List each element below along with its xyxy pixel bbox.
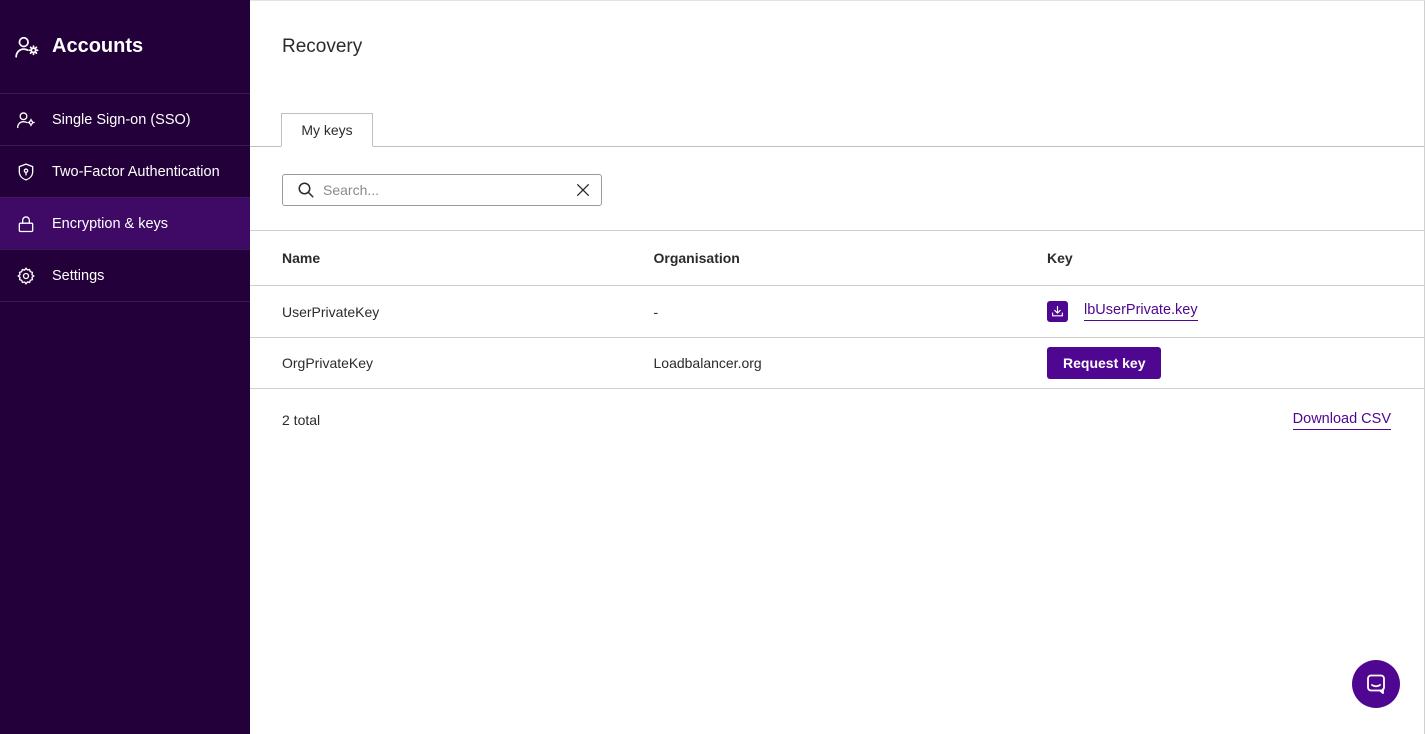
download-csv-link[interactable]: Download CSV xyxy=(1292,411,1391,430)
user-cog-icon xyxy=(15,36,39,58)
column-header-organisation[interactable]: Organisation xyxy=(654,250,1048,266)
key-file-link[interactable]: lbUserPrivate.key xyxy=(1084,302,1198,321)
sidebar-item-settings[interactable]: Settings xyxy=(0,250,250,302)
sidebar-title: Accounts xyxy=(52,35,144,57)
cell-organisation: - xyxy=(653,303,659,320)
user-cog-icon xyxy=(17,111,35,128)
sidebar: Accounts Single Sign-on (SSO) Two-Factor… xyxy=(0,0,250,734)
page-title: Recovery xyxy=(282,36,363,57)
app-root: Accounts Single Sign-on (SSO) Two-Factor… xyxy=(0,0,1425,734)
table-row: OrgPrivateKey Loadbalancer.org Request k… xyxy=(250,337,1424,389)
column-header-name[interactable]: Name xyxy=(250,250,654,266)
lock-icon xyxy=(18,215,34,232)
cell-name: OrgPrivateKey xyxy=(282,355,374,371)
column-header-key[interactable]: Key xyxy=(1047,250,1424,266)
sidebar-item-label: Encryption & keys xyxy=(52,215,169,232)
download-icon[interactable] xyxy=(1047,301,1068,322)
tab-bar: My keys xyxy=(250,113,1424,147)
sidebar-item-encryption-keys[interactable]: Encryption & keys xyxy=(0,198,250,250)
chat-icon xyxy=(1367,674,1385,694)
sidebar-item-label: Two-Factor Authentication xyxy=(52,163,220,180)
sidebar-header: Accounts xyxy=(0,0,250,94)
table-row: UserPrivateKey - lbUserPrivate.key xyxy=(250,285,1424,337)
cell-key: Request key xyxy=(1047,347,1424,379)
sidebar-item-label: Single Sign-on (SSO) xyxy=(52,111,191,128)
table-header-row: Name Organisation Key xyxy=(250,230,1424,285)
gear-icon xyxy=(17,266,35,285)
total-count: 2 total xyxy=(282,412,321,428)
cell-name: UserPrivateKey xyxy=(282,303,380,320)
shield-icon xyxy=(18,162,34,181)
sidebar-item-sso[interactable]: Single Sign-on (SSO) xyxy=(0,94,250,146)
search-box xyxy=(282,174,602,206)
search-icon xyxy=(298,182,314,198)
tab-my-keys[interactable]: My keys xyxy=(281,113,373,147)
main-content: Recovery My keys Name Organisation Key U… xyxy=(250,0,1425,734)
cell-key: lbUserPrivate.key xyxy=(1047,301,1424,322)
close-icon[interactable] xyxy=(575,182,591,198)
sidebar-item-two-factor[interactable]: Two-Factor Authentication xyxy=(0,146,250,198)
request-key-button[interactable]: Request key xyxy=(1047,347,1162,379)
cell-organisation: Loadbalancer.org xyxy=(653,355,762,371)
sidebar-item-label: Settings xyxy=(52,267,105,284)
chat-launcher-button[interactable] xyxy=(1352,660,1400,708)
keys-table: Name Organisation Key UserPrivateKey - l… xyxy=(250,230,1424,389)
search-input[interactable] xyxy=(323,182,567,198)
